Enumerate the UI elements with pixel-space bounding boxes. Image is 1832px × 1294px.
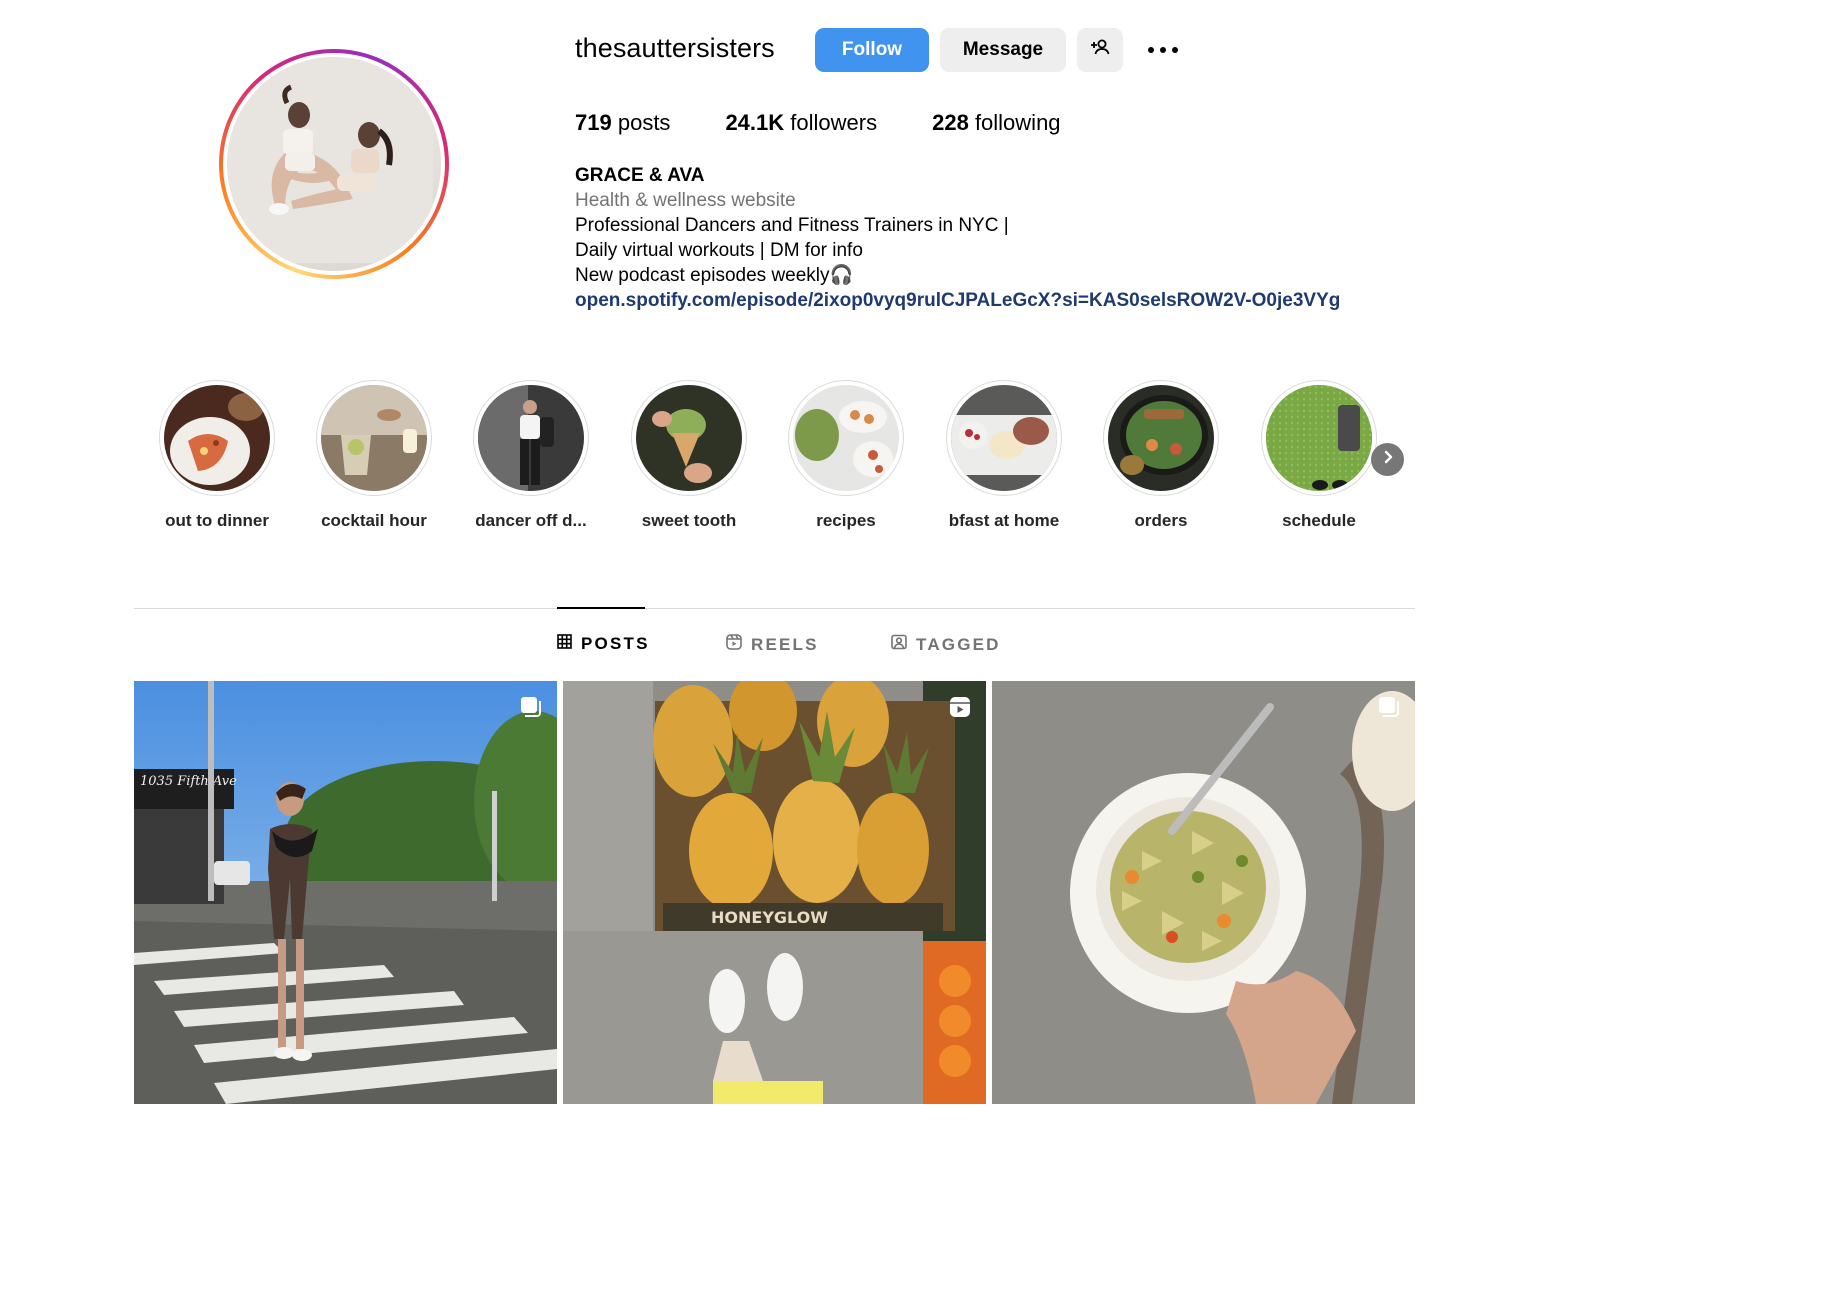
grass-photo xyxy=(1266,385,1372,491)
highlight-ring xyxy=(946,380,1062,496)
highlight-label: dancer off d... xyxy=(475,511,587,530)
highlight-label: recipes xyxy=(816,511,876,530)
profile-username: thesauttersisters xyxy=(575,33,775,63)
profile-bio: GRACE & AVA Health & wellness website Pr… xyxy=(575,163,1340,313)
post-tile[interactable]: 1035 Fifth Ave xyxy=(134,681,557,1104)
highlight-ring xyxy=(788,380,904,496)
following-stat-label: following xyxy=(974,110,1061,135)
bio-link[interactable]: open.spotify.com/episode/2ixop0vyq9rulCJ… xyxy=(575,288,1340,313)
highlight-ring xyxy=(316,380,432,496)
followers-count: 24.1K xyxy=(725,110,785,135)
breakfast-photo xyxy=(951,385,1057,491)
posts-count: 719 xyxy=(575,110,612,135)
following-count: 228 xyxy=(932,110,969,135)
food-plates-photo xyxy=(793,385,899,491)
highlight-label: cocktail hour xyxy=(321,511,427,530)
highlight-label: out to dinner xyxy=(165,511,269,530)
salad-photo xyxy=(1108,385,1214,491)
reels-icon xyxy=(726,634,751,655)
highlight-label: orders xyxy=(1134,511,1188,530)
tab-tagged-label: TAGGED xyxy=(916,634,1001,654)
followers-stat-label: followers xyxy=(790,110,878,135)
chevron-right-icon xyxy=(1381,450,1395,469)
grid-icon xyxy=(557,634,581,654)
tab-posts-label: POSTS xyxy=(581,634,650,653)
highlight-item[interactable]: out to dinner xyxy=(137,380,297,531)
highlight-ring xyxy=(1261,380,1377,496)
highlight-ring xyxy=(473,380,589,496)
avatar-photo xyxy=(227,57,441,271)
crate-label-text: HONEYGLOW xyxy=(711,908,828,927)
highlight-label: sweet tooth xyxy=(641,511,737,530)
active-tab-indicator xyxy=(557,607,645,609)
bio-line: Daily virtual workouts | DM for info xyxy=(575,240,863,261)
tab-tagged[interactable]: TAGGED xyxy=(891,634,1001,655)
posts-stat-label: posts xyxy=(617,110,671,135)
profile-stats: 719 posts 24.1K followers 228 following xyxy=(575,110,1116,136)
bio-name: GRACE & AVA xyxy=(575,165,705,186)
highlight-item[interactable]: orders xyxy=(1081,380,1241,531)
highlight-item[interactable]: recipes xyxy=(766,380,926,531)
add-person-icon xyxy=(1089,36,1111,64)
tagged-icon xyxy=(891,634,916,655)
tabs-divider xyxy=(134,608,1415,609)
carousel-icon xyxy=(1377,695,1401,724)
highlight-ring xyxy=(159,380,275,496)
followers-stat[interactable]: 24.1K followers xyxy=(725,110,877,136)
pineapples-photo: HONEYGLOW xyxy=(563,681,986,1104)
profile-avatar[interactable] xyxy=(219,49,449,279)
highlight-ring xyxy=(1103,380,1219,496)
suggest-users-button[interactable] xyxy=(1077,28,1123,72)
highlights-next-button[interactable] xyxy=(1371,443,1404,476)
follow-button[interactable]: Follow xyxy=(815,28,929,72)
drinks-photo xyxy=(321,385,427,491)
post-tile[interactable]: HONEYGLOW xyxy=(563,681,986,1104)
outfit-photo xyxy=(478,385,584,491)
highlight-label: bfast at home xyxy=(948,511,1060,530)
following-stat[interactable]: 228 following xyxy=(932,110,1060,136)
highlight-item[interactable]: sweet tooth xyxy=(609,380,769,531)
highlight-label: schedule xyxy=(1282,511,1356,530)
bio-line: Professional Dancers and Fitness Trainer… xyxy=(575,215,1009,236)
message-button[interactable]: Message xyxy=(940,28,1066,72)
highlight-item[interactable]: bfast at home xyxy=(924,380,1084,531)
pizza-photo xyxy=(164,385,270,491)
reel-icon xyxy=(948,695,972,724)
street-crossing-photo: 1035 Fifth Ave xyxy=(134,681,557,1104)
highlight-ring xyxy=(631,380,747,496)
post-tile[interactable] xyxy=(992,681,1415,1104)
highlight-item[interactable]: dancer off d... xyxy=(451,380,611,531)
highlight-item[interactable]: cocktail hour xyxy=(294,380,454,531)
storefront-sign-text: 1035 Fifth Ave xyxy=(140,774,237,789)
pasta-bowl-photo xyxy=(992,681,1415,1104)
tab-reels-label: REELS xyxy=(751,634,819,654)
icecream-photo xyxy=(636,385,742,491)
posts-stat: 719 posts xyxy=(575,110,670,136)
more-dots-icon xyxy=(1147,41,1179,59)
tab-reels[interactable]: REELS xyxy=(726,634,819,655)
carousel-icon xyxy=(519,695,543,724)
more-options-button[interactable] xyxy=(1145,34,1181,66)
bio-line: New podcast episodes weekly🎧 xyxy=(575,265,854,286)
tab-posts[interactable]: POSTS xyxy=(557,634,650,654)
bio-category: Health & wellness website xyxy=(575,190,796,211)
